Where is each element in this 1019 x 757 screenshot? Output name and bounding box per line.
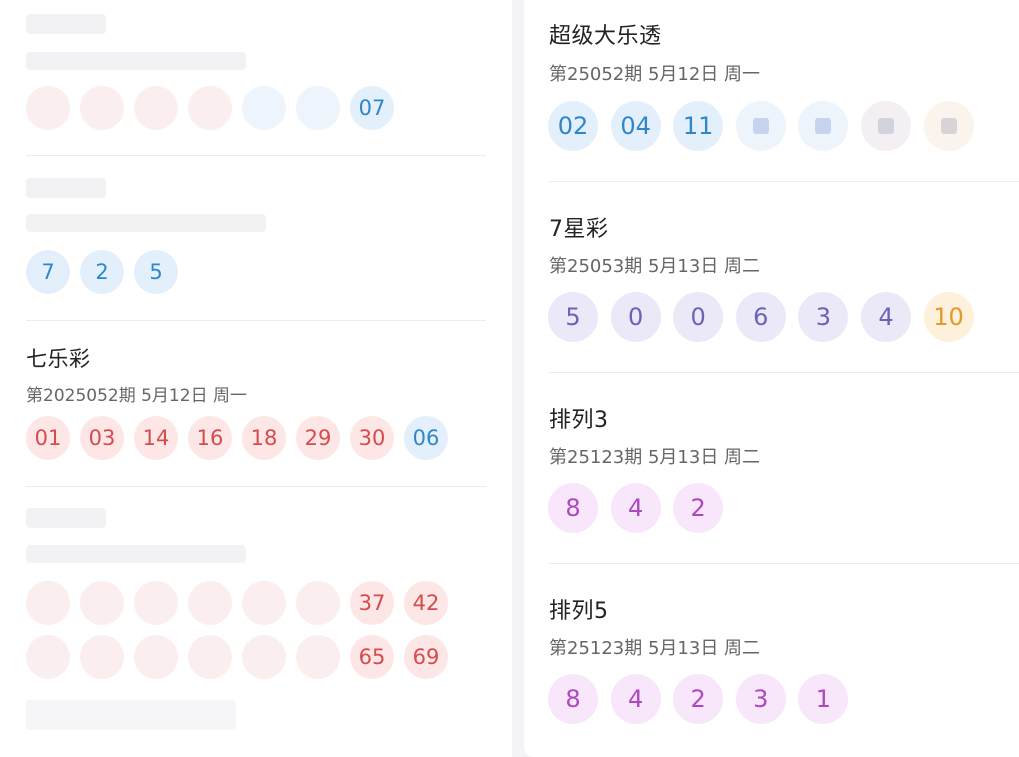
- blurred-meta: [26, 52, 246, 70]
- blue-ball: 04: [610, 101, 661, 151]
- dlt-balls: 02 04 11: [548, 101, 986, 151]
- blue-ball: 07: [350, 86, 394, 130]
- draw-meta: 第25123期 5月13日 周二: [549, 638, 761, 659]
- red-ball: 37: [350, 581, 394, 625]
- blurred-footer: [26, 700, 236, 730]
- blue-ball: 5: [134, 250, 178, 294]
- red-ball: 16: [188, 416, 232, 460]
- lottery-title: 七乐彩: [26, 347, 91, 371]
- divider: [26, 320, 486, 321]
- divider: [549, 563, 1019, 564]
- draw-meta: 第25053期 5月13日 周二: [549, 256, 761, 277]
- red-ball: 01: [26, 416, 70, 460]
- red-ball: 42: [404, 581, 448, 625]
- divider: [26, 486, 486, 487]
- bottom-row2-balls: 65 69: [26, 635, 458, 679]
- blurred-ball: [188, 581, 232, 625]
- blurred-ball: [26, 581, 70, 625]
- blurred-ball: [26, 635, 70, 679]
- red-ball: 65: [350, 635, 394, 679]
- pink-ball: 2: [673, 674, 724, 724]
- blurred-ball: [242, 581, 286, 625]
- blurred-ball: [798, 101, 849, 151]
- pink-ball: 1: [798, 674, 849, 724]
- red-ball: 30: [350, 416, 394, 460]
- lottery-title: 排列3: [549, 408, 609, 433]
- purple-ball: 0: [610, 292, 661, 342]
- qlc-balls: 01 03 14 16 18 29 30 06: [26, 416, 458, 460]
- purple-ball: 0: [673, 292, 724, 342]
- blurred-ball: [188, 86, 232, 130]
- purple-ball: 6: [735, 292, 786, 342]
- red-ball: 18: [242, 416, 286, 460]
- blurred-ball: [188, 635, 232, 679]
- blurred-ball: [923, 101, 974, 151]
- blurred-ball: [242, 635, 286, 679]
- red-ball: 29: [296, 416, 340, 460]
- blurred-ball: [296, 86, 340, 130]
- blurred-ball: [134, 581, 178, 625]
- blurred-meta: [26, 214, 266, 232]
- blurred-ball: [134, 86, 178, 130]
- purple-ball: 4: [860, 292, 911, 342]
- pink-ball: 4: [610, 674, 661, 724]
- blurred-title: [26, 14, 106, 34]
- blurred-ball: [296, 635, 340, 679]
- second-section-balls: 7 2 5: [26, 250, 188, 294]
- blue-ball: 06: [404, 416, 448, 460]
- draw-meta: 第25052期 5月12日 周一: [549, 64, 761, 85]
- draw-meta: 第25123期 5月13日 周二: [549, 447, 761, 468]
- blurred-ball: [296, 581, 340, 625]
- blurred-title: [26, 178, 106, 198]
- blurred-ball: [80, 635, 124, 679]
- divider: [549, 181, 1019, 182]
- blurred-ball: [242, 86, 286, 130]
- lottery-title: 7星彩: [549, 217, 609, 242]
- blue-ball: 2: [80, 250, 124, 294]
- pl3-balls: 8 4 2: [548, 483, 736, 533]
- purple-ball: 5: [548, 292, 598, 342]
- pink-ball: 8: [548, 483, 598, 533]
- red-ball: 03: [80, 416, 124, 460]
- top-section-balls: 07: [26, 86, 404, 130]
- divider: [26, 155, 486, 156]
- blurred-ball: [80, 581, 124, 625]
- pl5-balls: 8 4 2 3 1: [548, 674, 861, 724]
- blue-ball: 7: [26, 250, 70, 294]
- blurred-ball: [860, 101, 911, 151]
- pink-ball: 8: [548, 674, 598, 724]
- red-ball: 14: [134, 416, 178, 460]
- blue-ball: 11: [673, 101, 724, 151]
- bottom-row1-balls: 37 42: [26, 581, 458, 625]
- right-lottery-panel: 超级大乐透 第25052期 5月12日 周一 02 04 11 7星彩 第250…: [524, 0, 1019, 757]
- pink-ball: 4: [610, 483, 661, 533]
- blurred-ball: [26, 86, 70, 130]
- qxc-balls: 5 0 0 6 3 4 10: [548, 292, 986, 342]
- lottery-title: 超级大乐透: [549, 24, 662, 49]
- blurred-title: [26, 508, 106, 528]
- pink-ball: 2: [673, 483, 724, 533]
- blurred-ball: [735, 101, 786, 151]
- blurred-meta: [26, 545, 246, 563]
- blurred-ball: [134, 635, 178, 679]
- orange-ball: 10: [923, 292, 974, 342]
- divider: [549, 372, 1019, 373]
- draw-meta: 第2025052期 5月12日 周一: [26, 386, 247, 406]
- red-ball: 69: [404, 635, 448, 679]
- blue-ball: 02: [548, 101, 598, 151]
- pink-ball: 3: [735, 674, 786, 724]
- blurred-ball: [80, 86, 124, 130]
- lottery-title: 排列5: [549, 599, 609, 624]
- purple-ball: 3: [798, 292, 849, 342]
- left-lottery-panel: 07 7 2 5 七乐彩 第2025052期 5月12日 周一 01 03 14…: [0, 0, 512, 757]
